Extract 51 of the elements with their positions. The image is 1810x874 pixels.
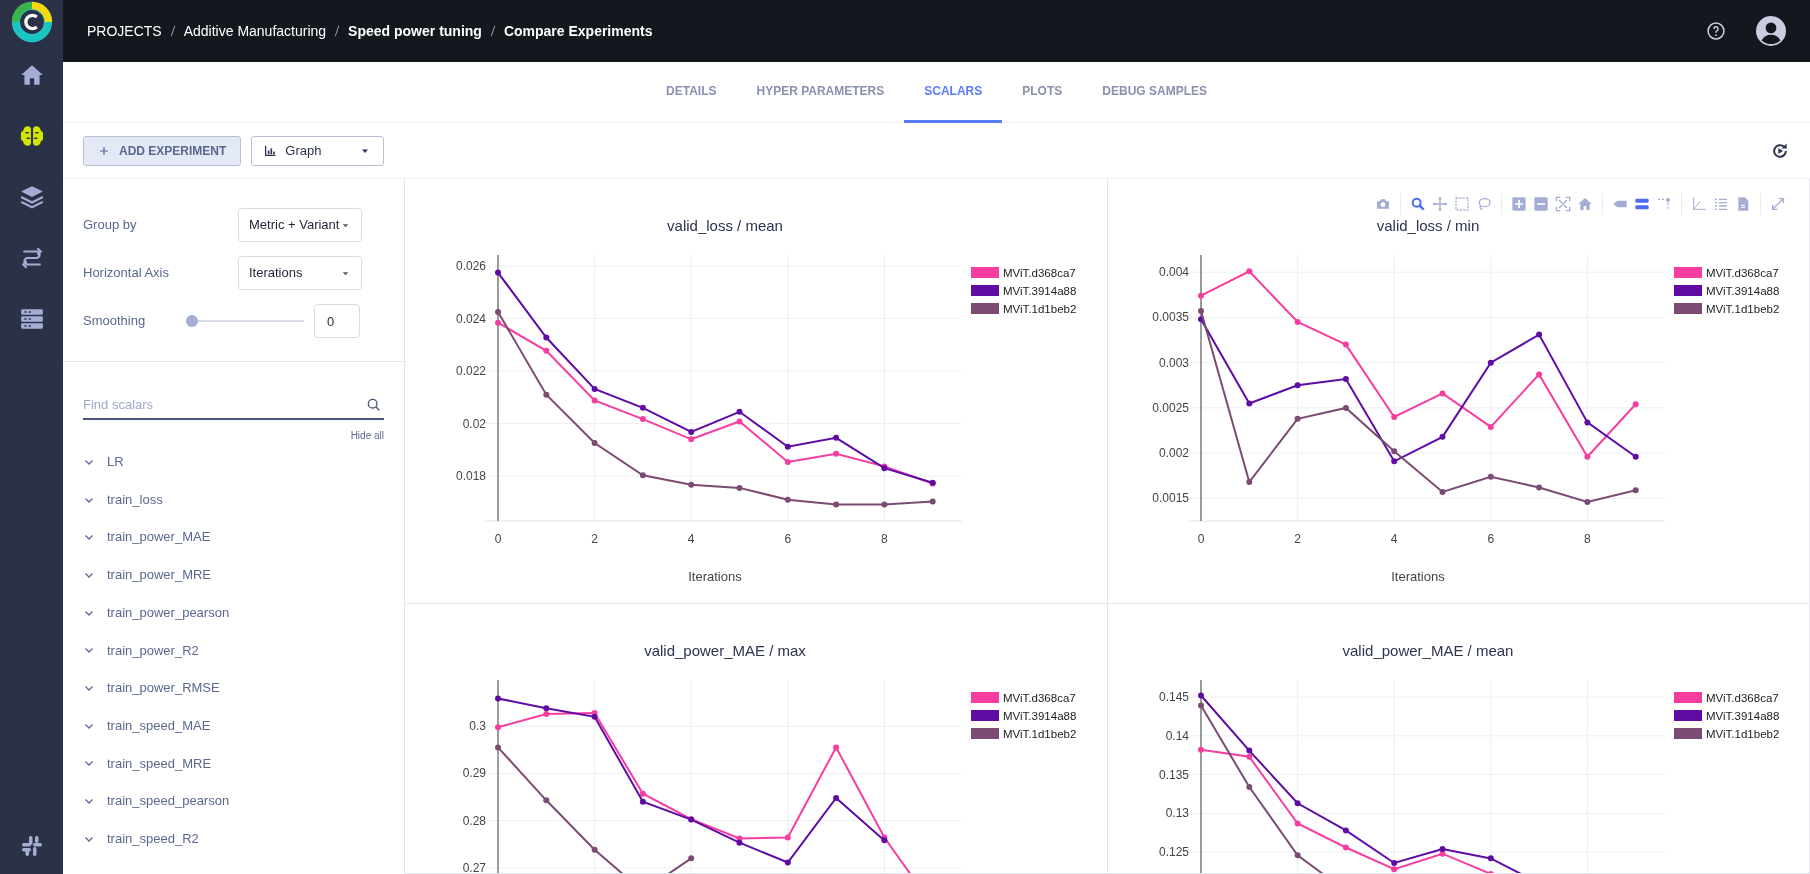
axis-tick-label: 2 (591, 532, 598, 546)
legend-label: MViT.d368ca7 (1705, 267, 1779, 279)
axis-tick-label: 0 (494, 532, 502, 546)
axis-tick-label: 0.02 (462, 416, 486, 431)
axis-tick-label: 0.145 (1158, 690, 1189, 705)
axis-tick-label: 0.125 (1158, 845, 1189, 860)
axis-tick-label: 0.003 (1158, 355, 1189, 370)
legend-label: MViT.1d1beb2 (1003, 728, 1077, 740)
axis-tick-label: 0.004 (1158, 265, 1189, 280)
setting-label: Smoothing (83, 312, 147, 331)
setting-label: Horizontal Axis (83, 264, 170, 283)
axis-tick-label: 0.002 (1158, 446, 1189, 461)
axis-tick-label: 0.0015 (1151, 491, 1189, 506)
legend-label: MViT.1d1beb2 (1705, 303, 1779, 315)
axis-tick-label: 0.018 (455, 469, 486, 484)
chart-title: valid_loss / min (1376, 217, 1479, 234)
legend-label: MViT.d368ca7 (1705, 692, 1779, 704)
chart-title: valid_power_MAE / max (644, 642, 806, 659)
axis-tick-label: 6 (1486, 532, 1494, 546)
legend-label: MViT.3914a88 (1705, 710, 1779, 722)
axis-tick-label: 0 (1197, 532, 1204, 546)
legend-label: MViT.3914a88 (1003, 285, 1077, 297)
axis-tick-label: 0.0035 (1151, 310, 1189, 325)
legend-label: MViT.1d1beb2 (1003, 303, 1077, 315)
axis-title: Iterations (1390, 569, 1445, 584)
axis-tick-label: 0.29 (462, 766, 486, 781)
axis-tick-label: 0.024 (455, 311, 486, 326)
axis-tick-label: 6 (784, 532, 792, 546)
legend-label: MViT.d368ca7 (1003, 692, 1076, 704)
axis-tick-label: 0.27 (462, 860, 486, 873)
chart-title: valid_loss / mean (667, 217, 783, 234)
axis-tick-label: 0.026 (455, 259, 486, 274)
axis-tick-label: 8 (881, 532, 888, 546)
chart-title: valid_power_MAE / mean (1342, 642, 1513, 659)
axis-title: Iterations (688, 569, 742, 584)
axis-tick-label: 0.0025 (1151, 400, 1189, 415)
legend-label: MViT.3914a88 (1003, 710, 1077, 722)
axis-tick-label: 0.135 (1158, 767, 1189, 782)
axis-tick-label: 8 (1583, 532, 1591, 546)
axis-tick-label: 0.28 (462, 813, 486, 828)
axis-tick-label: 2 (1293, 532, 1301, 546)
axis-tick-label: 0.022 (455, 364, 486, 379)
axis-tick-label: 0.14 (1165, 728, 1189, 743)
axis-tick-label: 4 (687, 532, 695, 546)
axis-tick-label: 0.3 (469, 719, 486, 734)
legend-label: MViT.d368ca7 (1003, 267, 1076, 279)
axis-tick-label: 4 (1390, 532, 1398, 546)
axis-tick-label: 0.13 (1165, 806, 1189, 821)
legend-label: MViT.3914a88 (1705, 285, 1779, 297)
legend-label: MViT.1d1beb2 (1705, 728, 1779, 740)
setting-label: Group by (83, 216, 138, 235)
